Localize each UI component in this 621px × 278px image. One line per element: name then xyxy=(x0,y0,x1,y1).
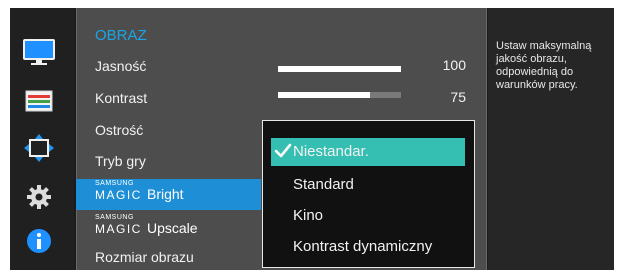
monitor-icon[interactable] xyxy=(22,38,56,68)
menu-item-ostrosc[interactable]: Ostrość xyxy=(95,122,143,138)
option-standard[interactable]: Standard xyxy=(293,176,354,193)
option-niestandar[interactable]: Niestandar. xyxy=(293,143,369,160)
jasnosc-slider-fill xyxy=(278,66,401,72)
color-bars-icon[interactable] xyxy=(22,86,56,116)
menu-item-jasnosc[interactable]: Jasność xyxy=(95,58,146,74)
magic-brand-label: MAGIC xyxy=(95,222,142,236)
magic-bright-label: Bright xyxy=(147,186,184,202)
kontrast-value: 75 xyxy=(450,89,466,105)
description-panel: Ustaw maksymalną jakość obrazu, odpowied… xyxy=(488,8,614,270)
kontrast-slider[interactable] xyxy=(278,92,401,98)
samsung-brand-label: SAMSUNG xyxy=(95,180,134,187)
option-kino[interactable]: Kino xyxy=(293,207,323,224)
resize-icon[interactable] xyxy=(22,133,56,163)
menu-item-tryb-gry[interactable]: Tryb gry xyxy=(95,153,146,169)
jasnosc-value: 100 xyxy=(442,57,466,73)
jasnosc-slider[interactable] xyxy=(278,66,401,72)
magic-brand-label: MAGIC xyxy=(95,188,142,202)
magic-upscale-label: Upscale xyxy=(147,220,198,236)
menu-title: OBRAZ xyxy=(95,27,147,44)
menu-item-rozmiar-obrazu[interactable]: Rozmiar obrazu xyxy=(95,249,194,265)
info-icon[interactable] xyxy=(22,226,56,256)
kontrast-slider-fill xyxy=(278,92,371,98)
gear-icon[interactable] xyxy=(22,182,56,212)
description-text: Ustaw maksymalną jakość obrazu, odpowied… xyxy=(496,40,592,91)
menu-item-kontrast[interactable]: Kontrast xyxy=(95,90,147,106)
samsung-brand-label: SAMSUNG xyxy=(95,214,134,221)
check-icon xyxy=(274,142,292,165)
option-kontrast-dynamiczny[interactable]: Kontrast dynamiczny xyxy=(293,238,432,255)
